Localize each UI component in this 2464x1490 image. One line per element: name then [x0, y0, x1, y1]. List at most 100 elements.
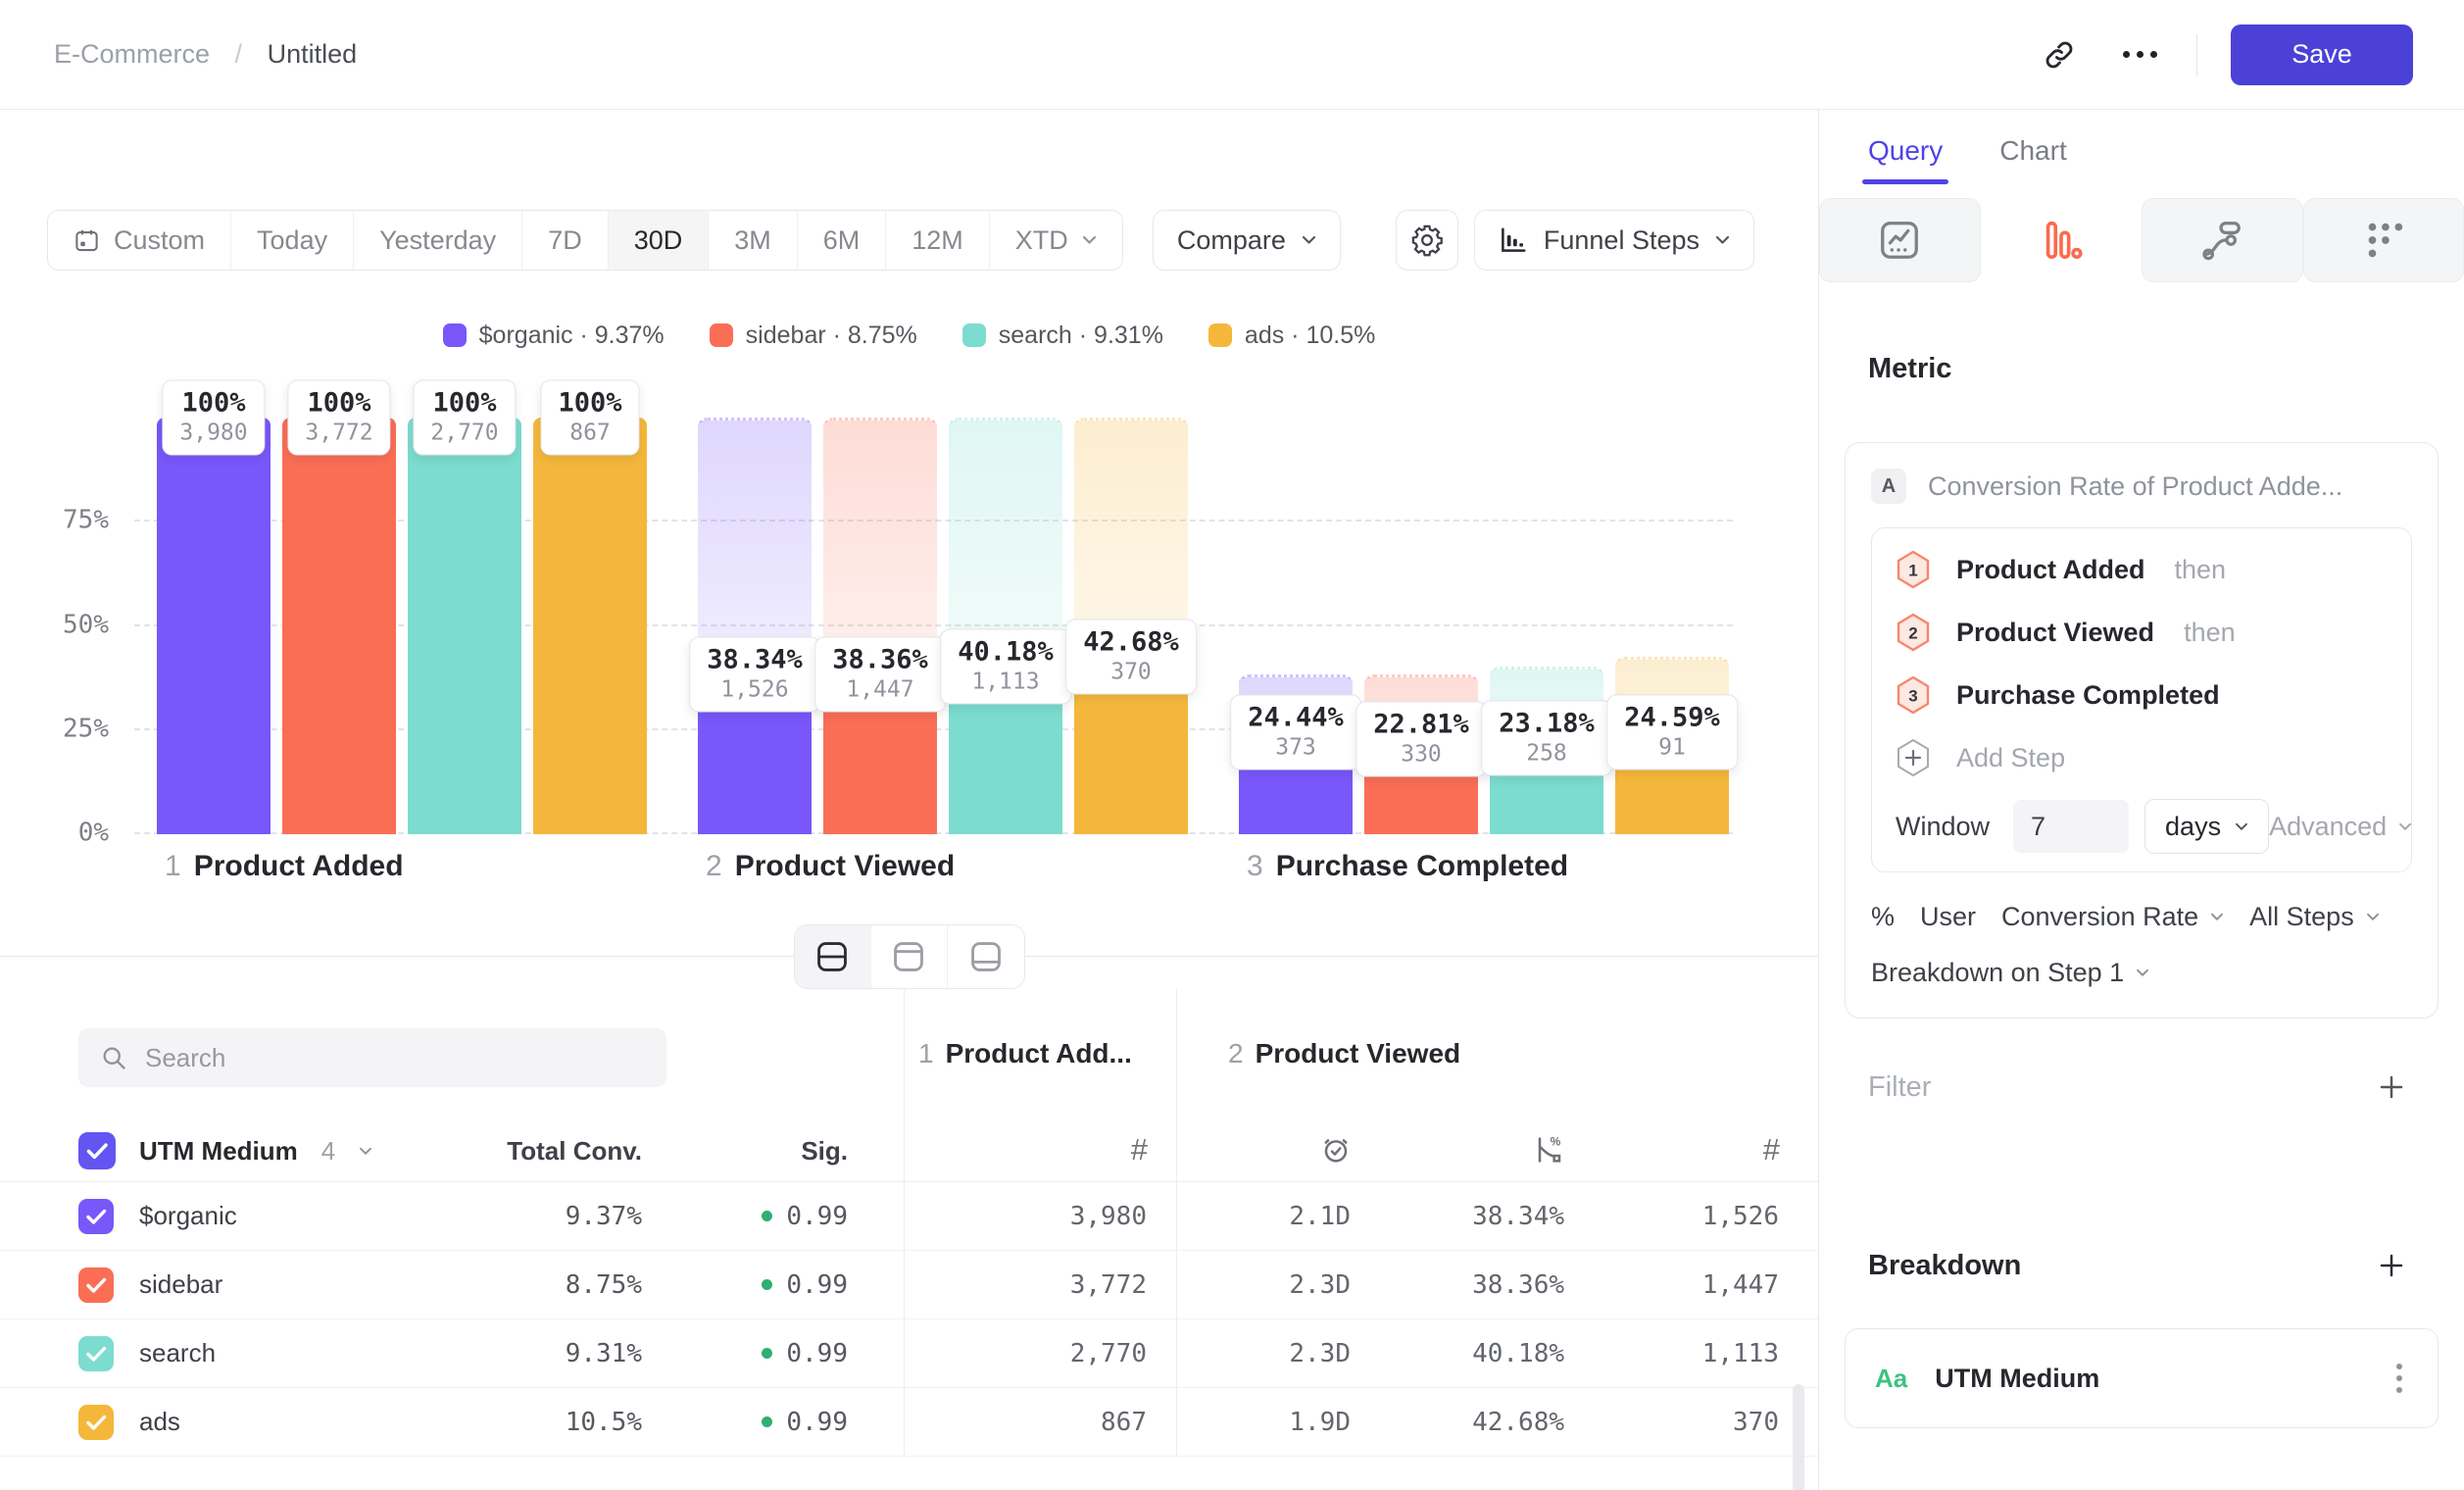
row-name-cell: search [0, 1336, 431, 1371]
breakdown-item[interactable]: Aa UTM Medium [1845, 1328, 2439, 1428]
count-column-icon[interactable]: # [1763, 1132, 1780, 1167]
table-row[interactable]: search9.31%0.992,7702.3D40.18%1,113 [0, 1319, 1818, 1388]
avg-time-column-icon[interactable] [1320, 1134, 1352, 1166]
breakdown-on-dropdown[interactable]: Breakdown on Step 1 [1871, 958, 2412, 988]
query-step-row[interactable]: 2Product Viewedthen [1896, 601, 2388, 664]
add-filter-button[interactable] [2368, 1064, 2415, 1111]
date-range-today[interactable]: Today [231, 211, 354, 270]
ellipsis-icon [2123, 51, 2157, 58]
breakdown-count: 4 [321, 1136, 335, 1167]
date-range-label: Custom [114, 225, 205, 256]
date-range-xtd[interactable]: XTD [990, 211, 1122, 270]
bar-value-label: 100%3,980 [162, 380, 265, 456]
row-checkbox[interactable] [78, 1199, 114, 1234]
save-button[interactable]: Save [2231, 25, 2413, 85]
search-input[interactable] [145, 1043, 645, 1073]
legend-item[interactable]: search · 9.31% [962, 322, 1163, 350]
layout-split-button[interactable] [795, 925, 871, 988]
table-row[interactable]: ads10.5%0.998671.9D42.68%370 [0, 1388, 1818, 1457]
legend-item[interactable]: sidebar · 8.75% [710, 322, 917, 350]
measure-metric-dropdown[interactable]: Conversion Rate [2001, 902, 2224, 932]
date-range-12m[interactable]: 12M [886, 211, 990, 270]
breadcrumb-project[interactable]: E-Commerce [54, 39, 210, 69]
query-step-row[interactable]: 3Purchase Completed [1896, 664, 2388, 726]
funnel-bar[interactable] [157, 418, 271, 834]
measure-entity[interactable]: User [1920, 902, 1976, 932]
table-row[interactable]: $organic9.37%0.993,9802.1D38.34%1,526 [0, 1182, 1818, 1251]
total-conv-column-header[interactable]: Total Conv. [431, 1136, 642, 1167]
step1-column-label[interactable]: Product Add... [946, 1038, 1132, 1069]
chart-settings-button[interactable] [1396, 210, 1458, 271]
legend-item[interactable]: $organic · 9.37% [443, 322, 665, 350]
legend-label: search · 9.31% [999, 322, 1163, 350]
measure-scope-dropdown[interactable]: All Steps [2249, 902, 2380, 932]
count-column-icon[interactable]: # [1131, 1132, 1148, 1167]
step-suffix: then [2184, 618, 2236, 648]
row-checkbox[interactable] [78, 1267, 114, 1303]
step2-column-label[interactable]: Product Viewed [1256, 1038, 1461, 1069]
layout-chart-only-button[interactable] [871, 925, 948, 988]
step-axis-label: 2Product Viewed [706, 850, 955, 883]
tab-query[interactable]: Query [1868, 135, 1943, 182]
compare-button[interactable]: Compare [1153, 210, 1341, 271]
funnel-bar-slot: 24.44%373 [1239, 418, 1353, 834]
breadcrumb-title[interactable]: Untitled [268, 39, 358, 69]
layout-table-only-button[interactable] [948, 925, 1024, 988]
date-range-30d[interactable]: 30D [609, 211, 710, 270]
legend-label: sidebar · 8.75% [746, 322, 917, 350]
sig-dot-icon [762, 1348, 772, 1359]
header-divider [2196, 34, 2197, 75]
date-range-label: 6M [823, 225, 861, 256]
select-all-checkbox[interactable] [78, 1132, 116, 1169]
add-breakdown-button[interactable] [2368, 1242, 2415, 1289]
query-step-row[interactable]: 1Product Addedthen [1896, 538, 2388, 601]
chart-type-flows[interactable] [2142, 198, 2303, 282]
window-unit-dropdown[interactable]: days [2144, 799, 2269, 854]
chevron-down-icon[interactable] [359, 1147, 372, 1156]
add-step-button[interactable]: Add Step [1896, 726, 2388, 789]
breakdown-column-header[interactable]: UTM Medium [139, 1136, 298, 1167]
bar-pct-value: 100% [430, 388, 498, 419]
sig-value: 0.99 [786, 1202, 848, 1231]
funnel-step-axis: 1Product Added2Product Viewed3Purchase C… [134, 850, 1818, 893]
bar-count-value: 3,980 [179, 421, 247, 446]
funnel-bar[interactable] [533, 418, 647, 834]
date-range-7d[interactable]: 7D [522, 211, 609, 270]
step1-count-cell: 867 [904, 1388, 1176, 1456]
funnel-bar[interactable] [282, 418, 396, 834]
conv-rate-column-icon[interactable]: % [1534, 1134, 1565, 1166]
date-range-6m[interactable]: 6M [798, 211, 887, 270]
more-menu-button[interactable] [2116, 31, 2163, 78]
query-step-name: Purchase Completed [1956, 680, 2220, 711]
date-range-yesterday[interactable]: Yesterday [354, 211, 522, 270]
date-range-custom[interactable]: Custom [48, 211, 231, 270]
row-checkbox[interactable] [78, 1336, 114, 1371]
chart-legend: $organic · 9.37% sidebar · 8.75% search · … [0, 322, 1818, 349]
sig-column-header[interactable]: Sig. [642, 1136, 848, 1167]
metric-title[interactable]: Conversion Rate of Product Adde... [1928, 472, 2342, 502]
chart-type-selector[interactable]: Funnel Steps [1474, 210, 1754, 271]
legend-item[interactable]: ads · 10.5% [1208, 322, 1375, 350]
tab-chart[interactable]: Chart [1999, 135, 2066, 182]
funnel-bar-slot: 22.81%330 [1364, 418, 1478, 834]
funnel-bar-slot: 23.18%258 [1490, 418, 1603, 834]
advanced-dropdown[interactable]: Advanced [2269, 812, 2412, 842]
y-axis-tick: 25% [63, 714, 109, 743]
window-value-input[interactable] [2013, 800, 2129, 853]
table-row[interactable]: sidebar8.75%0.993,7722.3D38.36%1,447 [0, 1251, 1818, 1319]
date-range-3m[interactable]: 3M [709, 211, 798, 270]
share-link-button[interactable] [2036, 31, 2083, 78]
row-checkbox[interactable] [78, 1405, 114, 1440]
row-name-cell: sidebar [0, 1267, 431, 1303]
chart-type-funnels[interactable] [1981, 198, 2143, 282]
funnel-steps-list: 1Product Addedthen2Product Viewedthen3Pu… [1896, 538, 2388, 726]
kebab-menu-icon[interactable] [2390, 1358, 2408, 1399]
bar-value-label: 100%2,770 [413, 380, 516, 456]
funnel-bar[interactable] [408, 418, 521, 834]
bar-pct-value: 40.18% [958, 637, 1054, 668]
scrollbar-thumb[interactable] [1793, 1384, 1804, 1490]
chart-type-retention[interactable] [2303, 198, 2464, 282]
chart-type-insights[interactable] [1819, 198, 1981, 282]
bar-count-value: 91 [1624, 734, 1720, 760]
filter-heading: Filter [1868, 1071, 1931, 1104]
